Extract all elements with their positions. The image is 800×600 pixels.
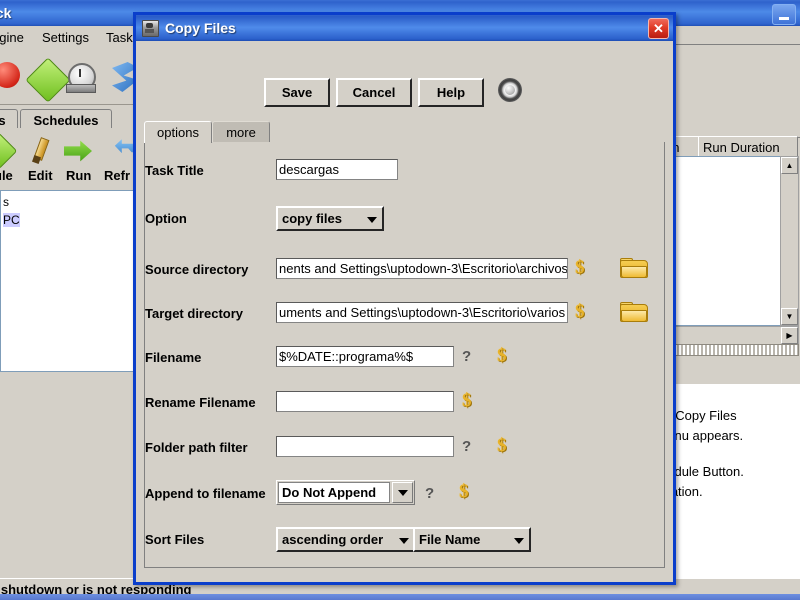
folder-front bbox=[621, 310, 647, 322]
option-select[interactable]: copy files bbox=[276, 206, 384, 231]
app-icon bbox=[142, 19, 159, 37]
dialog-title: Copy Files bbox=[165, 20, 236, 36]
filename-label: Filename bbox=[145, 350, 202, 365]
folder-path-filter-label: Folder path filter bbox=[145, 440, 248, 455]
tree-node-tasks[interactable]: s bbox=[3, 195, 9, 209]
background-tree[interactable]: s PC bbox=[0, 190, 137, 372]
sort-order-select[interactable]: ascending order bbox=[276, 527, 416, 552]
pencil-tip bbox=[32, 155, 41, 164]
background-minimize-button[interactable] bbox=[772, 4, 796, 25]
filename-help-icon[interactable]: ? bbox=[462, 349, 471, 364]
cancel-button[interactable]: Cancel bbox=[336, 78, 412, 107]
target-directory-folder-icon[interactable] bbox=[620, 302, 648, 322]
background-gap bbox=[660, 356, 800, 384]
target-directory-input[interactable]: uments and Settings\uptodown-3\Escritori… bbox=[276, 302, 568, 323]
chevron-down-icon bbox=[397, 489, 408, 496]
rename-filename-input[interactable] bbox=[276, 391, 454, 412]
toolbar-label-run[interactable]: Run bbox=[66, 168, 91, 183]
scroll-right-button[interactable]: ▶ bbox=[781, 327, 798, 344]
scroll-down-button[interactable]: ▼ bbox=[781, 308, 798, 325]
rename-filename-dollar-icon[interactable]: $ bbox=[462, 391, 472, 410]
source-directory-folder-icon[interactable] bbox=[620, 258, 648, 278]
sort-order-value: ascending order bbox=[282, 532, 384, 547]
append-to-filename-label: Append to filename bbox=[145, 486, 266, 501]
tab-panel-options: Task Title descargas Option copy files S… bbox=[144, 142, 665, 568]
background-right-panel bbox=[672, 44, 800, 138]
minimize-icon bbox=[779, 17, 789, 20]
menu-item-engine[interactable]: ngine bbox=[0, 30, 24, 45]
filename-dollar-icon[interactable]: $ bbox=[497, 346, 507, 365]
save-button[interactable]: Save bbox=[264, 78, 330, 107]
toolbar-label-schedule[interactable]: ule bbox=[0, 168, 13, 183]
tree-node-pc[interactable]: PC bbox=[3, 213, 20, 227]
dialog-titlebar[interactable]: Copy Files ✕ bbox=[136, 15, 673, 41]
record-icon[interactable] bbox=[498, 78, 522, 102]
task-title-input[interactable]: descargas bbox=[276, 159, 398, 180]
table-vertical-scrollbar[interactable]: ▲ ▼ bbox=[780, 156, 799, 326]
table-header-run-duration[interactable]: Run Duration bbox=[698, 136, 798, 158]
background-window-title: ack bbox=[0, 5, 12, 21]
append-to-filename-select[interactable]: Do Not Append bbox=[276, 480, 415, 505]
green-arrow-icon[interactable] bbox=[64, 140, 92, 162]
folder-path-filter-help-icon[interactable]: ? bbox=[462, 439, 471, 454]
table-horizontal-scrollbar[interactable]: ▶ bbox=[660, 326, 799, 345]
menu-item-tasks[interactable]: Task bbox=[106, 30, 133, 45]
option-select-value: copy files bbox=[282, 211, 342, 226]
append-to-filename-dropdown-button[interactable] bbox=[392, 482, 413, 503]
option-label: Option bbox=[145, 211, 187, 226]
tab-more[interactable]: more bbox=[212, 121, 270, 143]
target-directory-dollar-icon[interactable]: $ bbox=[575, 302, 585, 321]
clock-hand bbox=[79, 69, 81, 77]
toolbar-label-edit[interactable]: Edit bbox=[28, 168, 53, 183]
append-to-filename-value[interactable]: Do Not Append bbox=[278, 482, 390, 503]
chevron-down-icon bbox=[399, 537, 409, 544]
folder-path-filter-dollar-icon[interactable]: $ bbox=[497, 436, 507, 455]
close-icon[interactable]: ✕ bbox=[648, 18, 669, 39]
sort-key-value: File Name bbox=[419, 532, 481, 547]
folder-front bbox=[621, 266, 647, 278]
tab-options[interactable]: options bbox=[144, 121, 212, 143]
help-line-1: / Copy Files bbox=[668, 408, 737, 423]
sort-files-label: Sort Files bbox=[145, 532, 205, 547]
dialog-body: Save Cancel Help options more Task Title… bbox=[136, 41, 673, 582]
background-help-panel: / Copy Files nenu appears. hedule Button… bbox=[660, 384, 800, 578]
background-table-body[interactable] bbox=[660, 156, 782, 326]
help-button[interactable]: Help bbox=[418, 78, 484, 107]
source-directory-dollar-icon[interactable]: $ bbox=[575, 258, 585, 277]
stop-icon[interactable] bbox=[0, 62, 20, 88]
scroll-up-button[interactable]: ▲ bbox=[781, 157, 798, 174]
split-pane-divider[interactable] bbox=[660, 344, 799, 356]
source-directory-input[interactable]: nents and Settings\uptodown-3\Escritorio… bbox=[276, 258, 568, 279]
folder-path-filter-input[interactable] bbox=[276, 436, 454, 457]
toolbar-label-refresh[interactable]: Refr bbox=[104, 168, 130, 183]
source-directory-label: Source directory bbox=[145, 262, 249, 277]
screen: ack ngine Settings Task s Schedules bbox=[0, 0, 800, 600]
chevron-down-icon bbox=[367, 216, 377, 223]
dialog-tabstrip: options more bbox=[144, 121, 665, 143]
filename-input[interactable]: $%DATE::programa%$ bbox=[276, 346, 454, 367]
pencil-icon[interactable] bbox=[30, 136, 56, 166]
append-to-filename-dollar-icon[interactable]: $ bbox=[459, 482, 469, 501]
task-title-label: Task Title bbox=[145, 163, 204, 178]
clock-base bbox=[66, 84, 96, 93]
clock-icon[interactable] bbox=[64, 62, 98, 93]
rename-filename-label: Rename Filename bbox=[145, 395, 256, 410]
chevron-down-icon bbox=[514, 537, 524, 544]
copy-files-dialog: Copy Files ✕ Save Cancel Help options mo… bbox=[133, 12, 676, 585]
menu-item-settings[interactable]: Settings bbox=[42, 30, 89, 45]
append-to-filename-help-icon[interactable]: ? bbox=[425, 486, 434, 501]
target-directory-label: Target directory bbox=[145, 306, 244, 321]
taskbar-strip bbox=[0, 594, 800, 600]
sort-key-select[interactable]: File Name bbox=[413, 527, 531, 552]
schedule-icon[interactable] bbox=[0, 132, 18, 170]
